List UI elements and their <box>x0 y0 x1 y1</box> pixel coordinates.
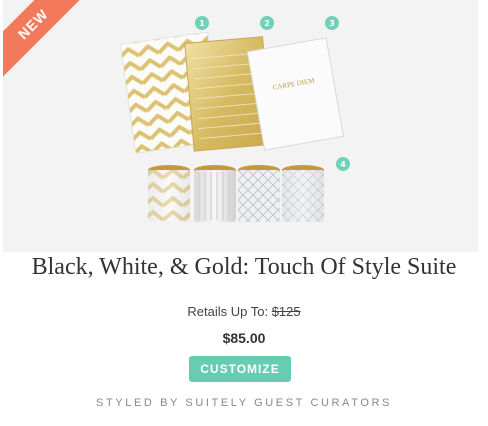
item-badge-3: 3 <box>325 16 339 30</box>
retail-label: Retails Up To: <box>187 304 272 319</box>
item-badge-1: 1 <box>195 16 209 30</box>
candle-3 <box>238 165 280 222</box>
product-title[interactable]: Black, White, & Gold: Touch Of Style Sui… <box>0 254 488 281</box>
item-badge-2: 2 <box>260 16 274 30</box>
candle-2 <box>194 165 236 222</box>
product-image[interactable]: CARPE DIEM 1 2 3 4 NEW <box>3 0 478 252</box>
product-card: CARPE DIEM 1 2 3 4 NEW Black, White, & G… <box>0 0 488 426</box>
retail-price: $125 <box>271 304 301 319</box>
item-badge-4: 4 <box>336 157 350 171</box>
product-illustration: CARPE DIEM <box>119 31 345 222</box>
styled-by-text: STYLED BY SUITELY GUEST CURATORS <box>96 397 392 409</box>
retail-price-line: Retails Up To: $125 <box>0 304 488 319</box>
white-notebook: CARPE DIEM <box>246 37 345 151</box>
customize-button[interactable]: CUSTOMIZE <box>189 356 291 382</box>
sale-price: $85.00 <box>222 330 266 346</box>
candle-1 <box>148 165 190 222</box>
candle-4 <box>282 165 324 222</box>
